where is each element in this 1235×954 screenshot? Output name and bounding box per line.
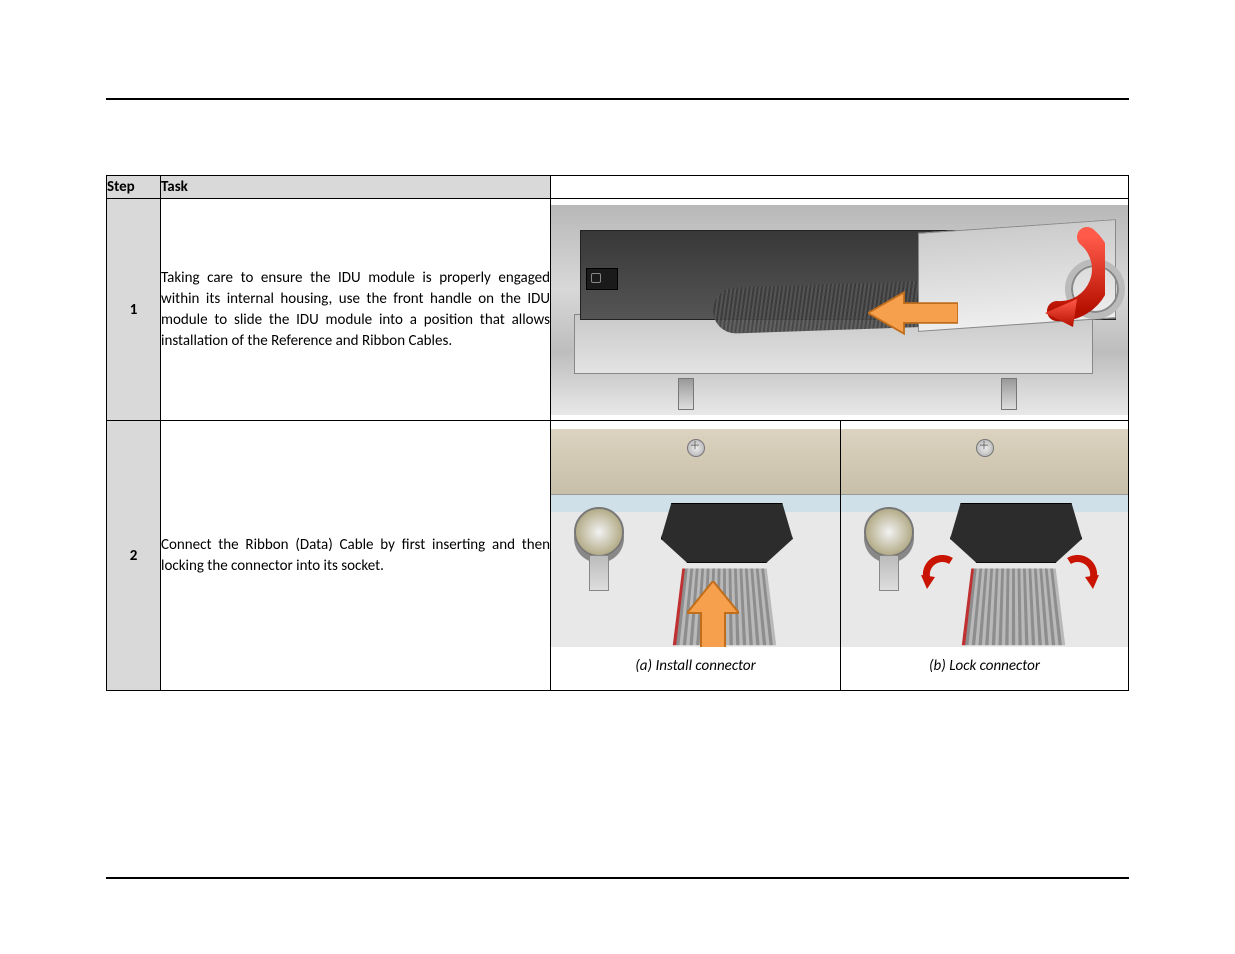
document-page: Step Task 1 Taking care to ensure the ID… bbox=[0, 0, 1235, 954]
col-header-blank bbox=[551, 176, 1129, 199]
mounting-bolt bbox=[1001, 378, 1017, 410]
task-text: Taking care to ensure the IDU module is … bbox=[161, 199, 551, 421]
ribbon-socket bbox=[950, 503, 1082, 563]
coax-connector bbox=[574, 507, 624, 557]
task-text: Connect the Ribbon (Data) Cable by first… bbox=[161, 421, 551, 691]
screw-icon bbox=[687, 439, 705, 457]
col-header-task: Task bbox=[161, 176, 551, 199]
ribbon-socket bbox=[661, 503, 793, 563]
content-area: Step Task 1 Taking care to ensure the ID… bbox=[106, 175, 1129, 691]
coax-connector bbox=[864, 507, 914, 557]
caption-a: (a) Install connector bbox=[551, 653, 840, 683]
table-row: 2 Connect the Ribbon (Data) Cable by fir… bbox=[107, 421, 1129, 691]
screw-icon bbox=[976, 439, 994, 457]
footer-rule bbox=[106, 877, 1129, 879]
red-lock-arrow-icon bbox=[1063, 555, 1099, 591]
ribbon-cable bbox=[962, 568, 1065, 645]
steps-table: Step Task 1 Taking care to ensure the ID… bbox=[106, 175, 1129, 691]
step-number: 2 bbox=[107, 421, 161, 691]
red-lock-arrow-icon bbox=[921, 555, 957, 591]
step2b-lock-image bbox=[841, 429, 1128, 647]
step1-photo-cell bbox=[551, 199, 1129, 421]
step1-device-image bbox=[551, 205, 1128, 415]
caption-b: (b) Lock connector bbox=[841, 653, 1128, 683]
handle-ring bbox=[1065, 259, 1125, 319]
ribbon-cable bbox=[673, 568, 776, 645]
col-header-step: Step bbox=[107, 176, 161, 199]
step-number: 1 bbox=[107, 199, 161, 421]
step2b-photo-cell: (b) Lock connector bbox=[841, 421, 1129, 691]
step2a-photo-cell: (a) Install connector bbox=[551, 421, 841, 691]
header-rule bbox=[106, 98, 1129, 100]
table-row: 1 Taking care to ensure the IDU module i… bbox=[107, 199, 1129, 421]
mounting-bolt bbox=[678, 378, 694, 410]
step2a-install-image bbox=[551, 429, 840, 647]
table-header-row: Step Task bbox=[107, 176, 1129, 199]
power-switch bbox=[586, 268, 618, 290]
